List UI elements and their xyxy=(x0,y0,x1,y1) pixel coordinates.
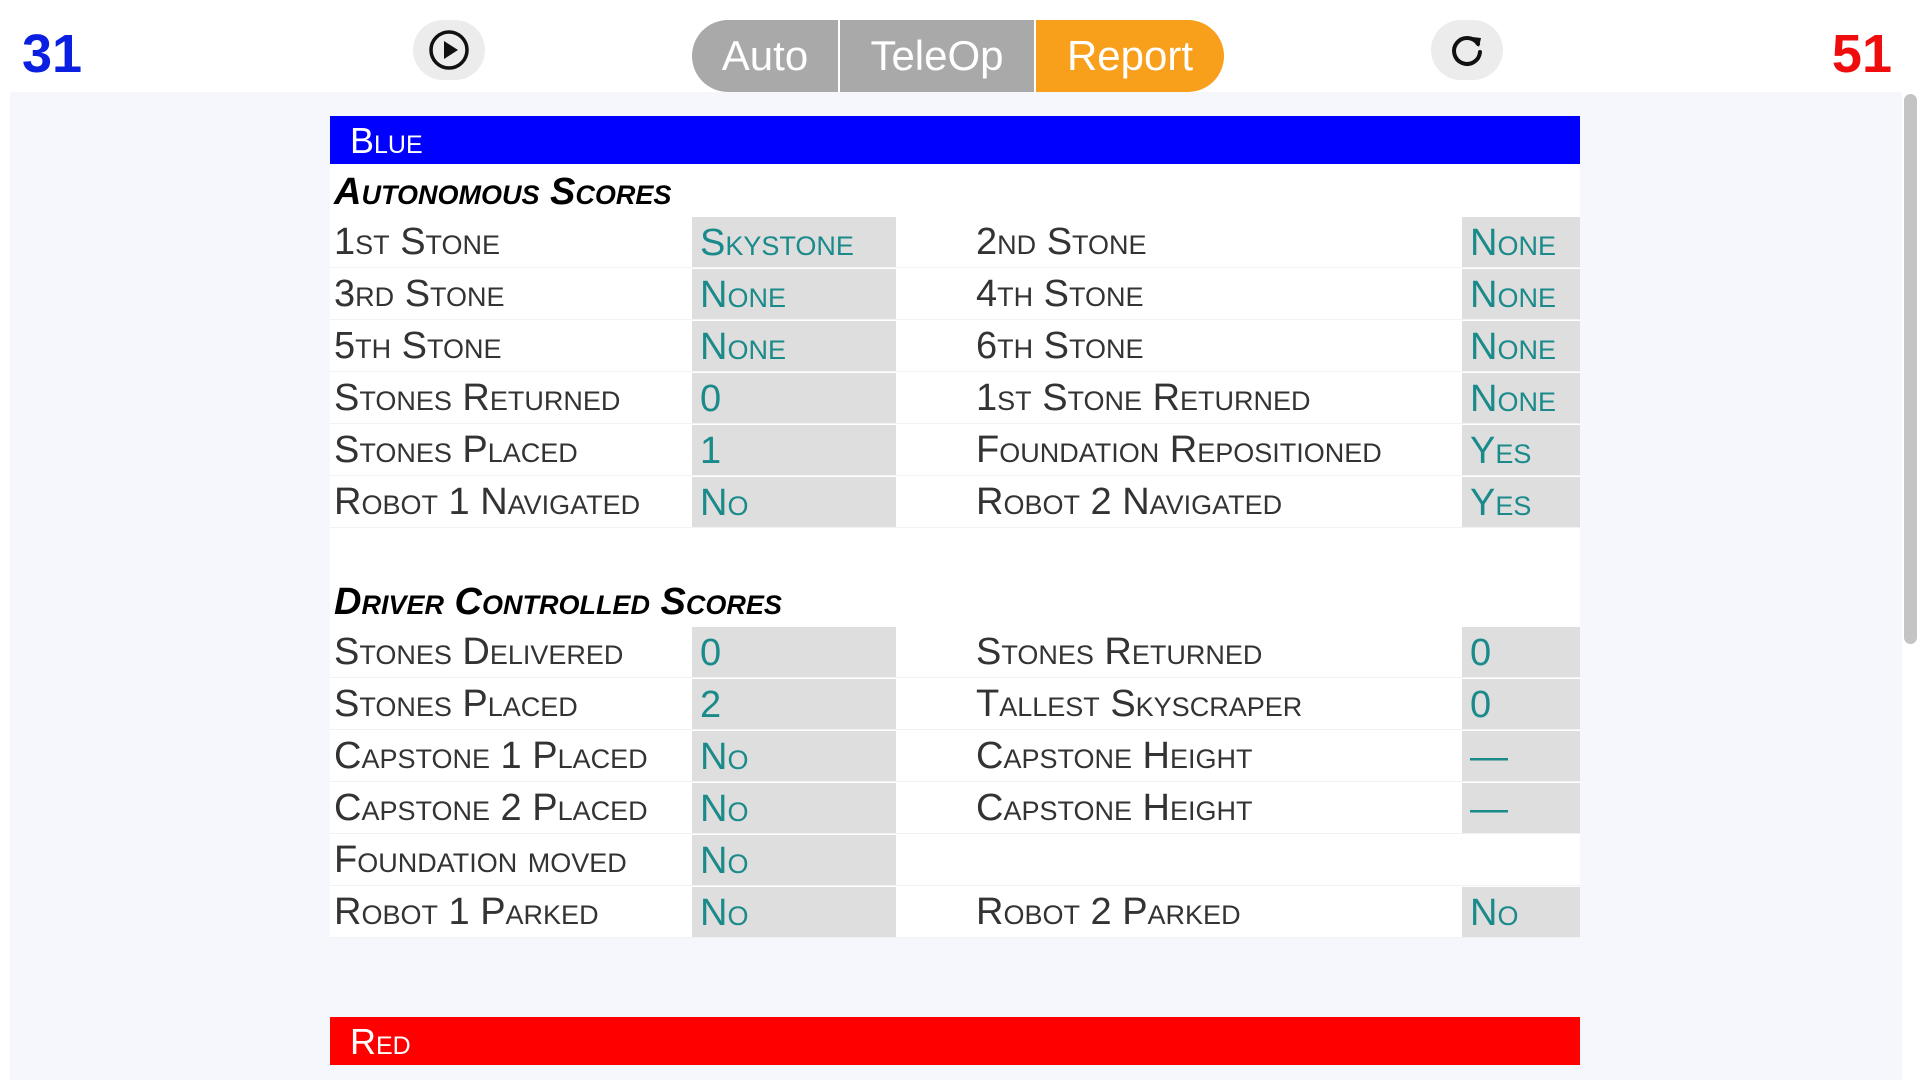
score-label: 2nd Stone xyxy=(976,221,1147,263)
score-value: No xyxy=(692,783,896,833)
table-row: Stones Placed 2 Tallest Skyscraper 0 xyxy=(330,678,1580,730)
row-spacer xyxy=(896,782,976,832)
refresh-icon xyxy=(1452,36,1482,66)
blue-report: Blue Autonomous Scores 1st Stone Skystone… xyxy=(330,116,1580,938)
score-label: Stones Delivered xyxy=(334,631,624,673)
tab-auto[interactable]: Auto xyxy=(692,20,840,92)
score-value: 0 xyxy=(692,627,896,677)
score-value: 1 xyxy=(692,425,896,475)
score-value: None xyxy=(692,269,896,319)
score-label: 4th Stone xyxy=(976,273,1144,315)
score-label: Stones Returned xyxy=(976,631,1263,673)
score-value: 0 xyxy=(692,373,896,423)
score-label: 1st Stone xyxy=(334,221,501,263)
autonomous-scores-table: 1st Stone Skystone 2nd Stone None 3rd Stone N… xyxy=(330,216,1580,528)
table-row: Capstone 2 Placed No Capstone Height — xyxy=(330,782,1580,834)
autonomous-section-title: Autonomous Scores xyxy=(334,171,672,213)
score-label: Stones Placed xyxy=(334,429,578,471)
score-label: Stones Returned xyxy=(334,377,621,419)
score-label: 5th Stone xyxy=(334,325,502,367)
red-score: 51 xyxy=(1831,24,1892,84)
blue-score: 31 xyxy=(22,24,83,84)
tab-teleop[interactable]: TeleOp xyxy=(840,20,1036,92)
score-label: Tallest Skyscraper xyxy=(976,683,1303,725)
score-label: Robot 1 Navigated xyxy=(334,481,641,523)
driver-scores-table: Stones Delivered 0 Stones Returned 0 Stones … xyxy=(330,626,1580,938)
table-row: Stones Delivered 0 Stones Returned 0 xyxy=(330,626,1580,678)
row-spacer xyxy=(896,372,976,422)
score-label: 6th Stone xyxy=(976,325,1144,367)
table-row: 5th Stone None 6th Stone None xyxy=(330,320,1580,372)
scrollbar-thumb[interactable] xyxy=(1904,94,1917,644)
score-value: No xyxy=(692,731,896,781)
row-spacer xyxy=(896,886,976,936)
score-value: None xyxy=(692,321,896,371)
row-spacer xyxy=(896,268,976,318)
score-label: Capstone Height xyxy=(976,735,1253,777)
score-value: — xyxy=(1462,783,1580,833)
tab-report[interactable]: Report xyxy=(1036,20,1224,92)
score-value: No xyxy=(692,887,896,937)
table-row: Stones Placed 1 Foundation Repositioned Yes xyxy=(330,424,1580,476)
score-label: Robot 2 Navigated xyxy=(976,481,1283,523)
blue-alliance-header: Blue xyxy=(330,116,1580,164)
score-label: Capstone Height xyxy=(976,787,1253,829)
score-label: Robot 2 Parked xyxy=(976,891,1241,933)
row-spacer xyxy=(896,730,976,780)
driver-section-title: Driver Controlled Scores xyxy=(334,581,782,623)
red-report: Red xyxy=(330,1017,1580,1065)
score-value: No xyxy=(692,835,896,885)
score-value: None xyxy=(1462,373,1580,423)
red-alliance-header: Red xyxy=(330,1017,1580,1065)
score-label xyxy=(976,834,1462,884)
row-spacer xyxy=(896,476,976,526)
score-value: Skystone xyxy=(692,217,896,267)
score-value: No xyxy=(1462,887,1580,937)
table-row: 1st Stone Skystone 2nd Stone None xyxy=(330,216,1580,268)
refresh-button[interactable] xyxy=(1431,20,1503,80)
row-spacer xyxy=(896,320,976,370)
score-value: Yes xyxy=(1462,477,1580,527)
score-value: 2 xyxy=(692,679,896,729)
score-label: Capstone 1 Placed xyxy=(334,735,648,777)
row-spacer xyxy=(896,626,976,676)
play-circle-icon xyxy=(429,30,469,70)
table-row: Robot 1 Navigated No Robot 2 Navigated Yes xyxy=(330,476,1580,528)
score-value xyxy=(1462,835,1580,885)
score-label: Robot 1 Parked xyxy=(334,891,599,933)
top-bar: 31 Auto TeleOp Report 51 xyxy=(0,0,1920,92)
score-value: None xyxy=(1462,321,1580,371)
table-row: 3rd Stone None 4th Stone None xyxy=(330,268,1580,320)
score-label: Foundation Repositioned xyxy=(976,429,1382,471)
score-value: No xyxy=(692,477,896,527)
score-label: 1st Stone Returned xyxy=(976,377,1311,419)
score-label: Stones Placed xyxy=(334,683,578,725)
table-row: Stones Returned 0 1st Stone Returned None xyxy=(330,372,1580,424)
score-value: None xyxy=(1462,217,1580,267)
score-value: — xyxy=(1462,731,1580,781)
score-value: Yes xyxy=(1462,425,1580,475)
table-row: Robot 1 Parked No Robot 2 Parked No xyxy=(330,886,1580,938)
table-row: Foundation moved No xyxy=(330,834,1580,886)
row-spacer xyxy=(896,678,976,728)
score-value: 0 xyxy=(1462,679,1580,729)
score-label: 3rd Stone xyxy=(334,273,505,315)
row-spacer xyxy=(896,834,976,884)
row-spacer xyxy=(896,216,976,266)
score-value: 0 xyxy=(1462,627,1580,677)
mode-tabs: Auto TeleOp Report xyxy=(692,20,1224,92)
table-row: Capstone 1 Placed No Capstone Height — xyxy=(330,730,1580,782)
score-label: Capstone 2 Placed xyxy=(334,787,648,829)
row-spacer xyxy=(896,424,976,474)
play-button[interactable] xyxy=(413,20,485,80)
score-value: None xyxy=(1462,269,1580,319)
score-label: Foundation moved xyxy=(334,839,627,881)
report-content: Blue Autonomous Scores 1st Stone Skystone… xyxy=(10,92,1902,1080)
